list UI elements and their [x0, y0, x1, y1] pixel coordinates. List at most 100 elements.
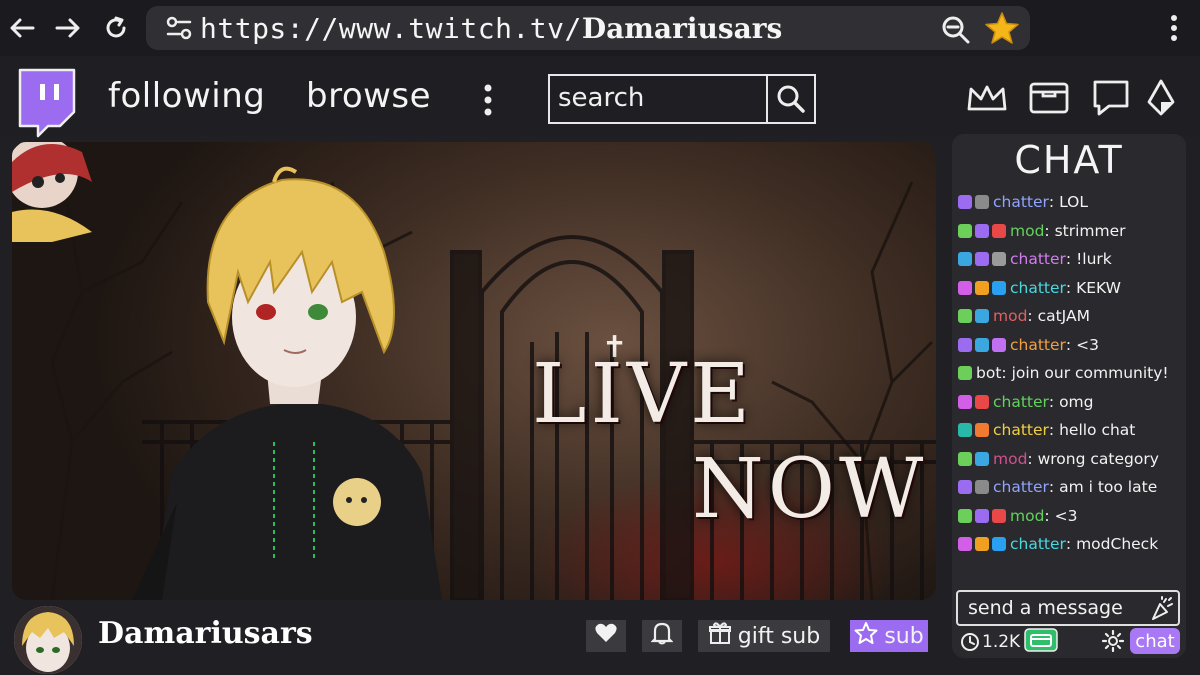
site-settings-icon[interactable]: [164, 14, 194, 46]
chat-username[interactable]: chatter: [1010, 250, 1066, 268]
search-input[interactable]: search: [558, 83, 644, 113]
chat-message: mod: catJAM: [958, 304, 1090, 328]
chat-text: hello chat: [1059, 421, 1136, 439]
browse-link[interactable]: browse: [306, 76, 431, 116]
zoom-out-icon[interactable]: [940, 14, 972, 48]
follow-heart-button[interactable]: [586, 620, 626, 652]
chat-badge-icon[interactable]: [992, 337, 1006, 352]
chat-badge-icon[interactable]: [958, 508, 972, 523]
chat-badge-icon[interactable]: [958, 195, 972, 209]
chat-separator: :: [1065, 335, 1077, 354]
chat-badge-icon[interactable]: [958, 337, 972, 352]
now-text: NOW: [692, 442, 928, 537]
chat-badge-icon[interactable]: [975, 423, 989, 437]
chat-badge-icon[interactable]: [975, 309, 989, 323]
chat-separator: :: [1048, 392, 1060, 411]
chat-username[interactable]: chatter: [1010, 535, 1066, 553]
chat-badge-icon[interactable]: [992, 280, 1006, 295]
bookmark-star-icon[interactable]: [984, 11, 1020, 49]
chat-message: mod: strimmer: [958, 219, 1126, 243]
chat-badge-icon[interactable]: [958, 480, 972, 494]
chat-footer: 1.2K chat: [952, 628, 1186, 656]
chat-username[interactable]: chatter: [993, 421, 1049, 439]
chat-badge-icon[interactable]: [975, 537, 989, 551]
chat-panel: CHAT chatter: LOL mod: strimmer chatter: !…: [952, 134, 1186, 658]
chat-input[interactable]: send a message: [968, 597, 1123, 619]
chat-username[interactable]: chatter: [993, 478, 1049, 496]
gift-icon: [708, 621, 732, 651]
bell-icon: [650, 621, 674, 651]
notifications-button[interactable]: [642, 620, 682, 652]
address-bar[interactable]: https://www.twitch.tv/Damariusars: [146, 6, 1030, 50]
following-link[interactable]: following: [108, 76, 265, 116]
chat-username[interactable]: mod: [993, 450, 1027, 468]
chat-badge-icon[interactable]: [975, 252, 989, 266]
chat-badge-icon[interactable]: [992, 252, 1006, 266]
url-channel: Damariusars: [581, 12, 783, 45]
chat-username[interactable]: chatter: [993, 393, 1049, 411]
avatar[interactable]: [14, 606, 82, 674]
chat-badge-icon[interactable]: [992, 508, 1006, 523]
chat-message: mod: wrong category: [958, 447, 1159, 471]
gift-sub-button[interactable]: gift sub: [698, 620, 830, 652]
chat-message: chatter: LOL: [958, 190, 1088, 214]
chat-badge-icon[interactable]: [958, 252, 972, 266]
chat-badge-icon[interactable]: [975, 280, 989, 295]
channel-name[interactable]: Damariusars: [98, 616, 313, 651]
chat-message: chatter: am i too late: [958, 475, 1157, 499]
chat-text: LOL: [1059, 193, 1088, 211]
chat-badge-icon[interactable]: [958, 280, 972, 295]
chat-username[interactable]: chatter: [1010, 279, 1066, 297]
chat-username[interactable]: mod: [1010, 507, 1044, 525]
chat-badge-icon[interactable]: [958, 451, 972, 466]
subscribe-button[interactable]: sub: [850, 620, 928, 652]
chat-badge-icon[interactable]: [958, 394, 972, 409]
chat-badge-icon[interactable]: [958, 366, 972, 380]
chat-badge-icon[interactable]: [975, 451, 989, 466]
chat-username[interactable]: mod: [1010, 222, 1044, 240]
url-prefix: https://www.twitch.tv/: [200, 12, 582, 45]
chat-badge-icon[interactable]: [958, 423, 972, 437]
chat-username[interactable]: chatter: [1010, 336, 1066, 354]
chat-badge-icon[interactable]: [958, 223, 972, 238]
chat-badge-icon[interactable]: [992, 223, 1006, 238]
chat-text: omg: [1059, 392, 1094, 411]
chat-badge-icon[interactable]: [975, 394, 989, 409]
chat-username[interactable]: mod: [993, 307, 1027, 325]
browser-menu-icon[interactable]: [1158, 12, 1190, 44]
channel-points-icon[interactable]: [1024, 628, 1058, 656]
search-icon[interactable]: [768, 76, 814, 122]
party-popper-icon[interactable]: [1150, 596, 1174, 626]
chat-input-box: send a message: [956, 590, 1180, 626]
chat-badge-icon[interactable]: [975, 337, 989, 352]
chat-separator: :: [1048, 421, 1060, 439]
chat-badge-icon[interactable]: [975, 508, 989, 523]
forward-arrow-icon[interactable]: [52, 12, 84, 44]
stream-player[interactable]: ✝ LIVE NOW: [12, 142, 936, 600]
chat-text: <3: [1076, 335, 1099, 354]
chat-separator: :: [1027, 449, 1038, 468]
chat-badge-icon[interactable]: [958, 309, 972, 323]
whispers-icon[interactable]: [1088, 76, 1134, 120]
chat-username[interactable]: bot: [976, 364, 1001, 382]
more-menu-icon[interactable]: [478, 82, 498, 118]
chat-settings-gear-icon[interactable]: [1101, 629, 1125, 656]
corner-emote-icon: [12, 142, 92, 242]
viewer-count: 1.2K: [982, 632, 1021, 652]
chat-badge-icon[interactable]: [975, 223, 989, 238]
bits-gem-icon[interactable]: [1138, 76, 1184, 120]
chat-badge-icon[interactable]: [975, 480, 989, 494]
chat-badge-icon[interactable]: [958, 537, 972, 551]
inbox-icon[interactable]: [1026, 76, 1072, 120]
url-text: https://www.twitch.tv/Damariusars: [200, 12, 782, 45]
chat-username[interactable]: chatter: [993, 193, 1049, 211]
crown-icon[interactable]: [964, 76, 1010, 120]
heart-icon: [594, 622, 618, 650]
chat-badge-icon[interactable]: [992, 537, 1006, 551]
back-arrow-icon[interactable]: [6, 12, 38, 44]
search-box: search: [548, 74, 816, 124]
reload-icon[interactable]: [100, 12, 132, 44]
chat-badge-icon[interactable]: [975, 195, 989, 209]
chat-send-button[interactable]: chat: [1130, 628, 1180, 654]
twitch-logo-icon[interactable]: [12, 66, 80, 138]
